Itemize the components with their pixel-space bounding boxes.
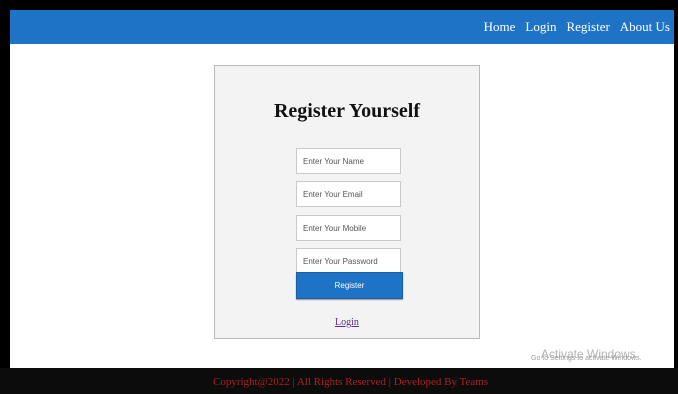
- browser-page: Home Login Register About Us Register Yo…: [10, 10, 674, 368]
- nav-login-link[interactable]: Login: [525, 19, 556, 35]
- nav-home-link[interactable]: Home: [484, 19, 516, 35]
- nav-register-link[interactable]: Register: [566, 19, 609, 35]
- nav-menu: Home Login Register About Us: [484, 10, 670, 44]
- top-navbar: Home Login Register About Us: [10, 10, 674, 44]
- email-input[interactable]: [296, 181, 401, 207]
- nav-about-link[interactable]: About Us: [620, 19, 670, 35]
- form-title: Register Yourself: [273, 100, 421, 122]
- activate-windows-subtitle: Go to Settings to activate Windows.: [531, 355, 642, 362]
- name-input[interactable]: [296, 148, 401, 174]
- footer-copyright: Copyright@2022 | All Rights Reserved | D…: [213, 376, 489, 388]
- mobile-input[interactable]: [296, 215, 401, 241]
- register-card: Register Yourself Register Login: [214, 65, 480, 339]
- register-button[interactable]: Register: [296, 272, 403, 299]
- page-footer: Copyright@2022 | All Rights Reserved | D…: [0, 368, 678, 394]
- login-link[interactable]: Login: [215, 317, 479, 328]
- password-input[interactable]: [296, 248, 401, 274]
